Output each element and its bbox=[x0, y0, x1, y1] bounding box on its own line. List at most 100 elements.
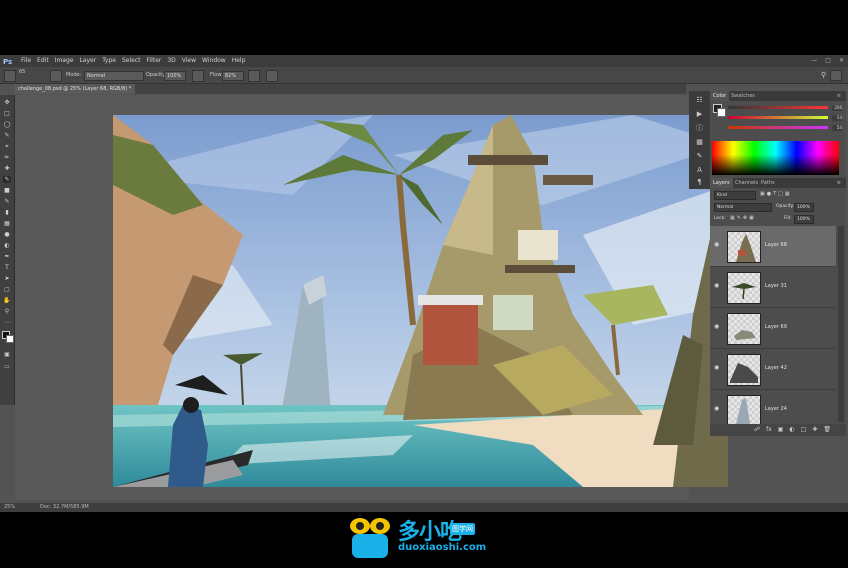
brush-tool-preset-icon[interactable] bbox=[4, 70, 16, 82]
shape-tool-icon[interactable]: ▢ bbox=[3, 286, 11, 293]
background-color-chip[interactable] bbox=[717, 108, 726, 117]
close-icon[interactable]: ✕ bbox=[839, 55, 844, 67]
pressure-size-icon[interactable] bbox=[266, 70, 278, 82]
menu-window[interactable]: Window bbox=[202, 55, 226, 67]
marquee-tool-icon[interactable]: □ bbox=[3, 110, 11, 117]
mode-select[interactable]: Normal bbox=[84, 71, 144, 81]
history-brush-icon[interactable]: ✎ bbox=[3, 198, 11, 205]
tab-swatches[interactable]: Swatches bbox=[728, 91, 758, 101]
tab-channels[interactable]: Channels bbox=[732, 178, 761, 188]
eye-icon[interactable]: ◉ bbox=[714, 242, 722, 248]
brush-size[interactable]: 65 bbox=[19, 64, 25, 80]
eye-icon[interactable]: ◉ bbox=[714, 406, 722, 412]
menu-3d[interactable]: 3D bbox=[167, 55, 175, 67]
menu-image[interactable]: Image bbox=[55, 55, 74, 67]
character-panel-icon[interactable]: A bbox=[694, 165, 705, 176]
red-value[interactable]: 206 bbox=[832, 105, 842, 111]
quick-select-tool-icon[interactable]: ✎ bbox=[3, 132, 11, 139]
color-spectrum[interactable] bbox=[712, 141, 839, 175]
more-tools-icon[interactable]: ⋯ bbox=[3, 319, 11, 326]
menu-edit[interactable]: Edit bbox=[37, 55, 49, 67]
menu-layer[interactable]: Layer bbox=[79, 55, 96, 67]
blue-value[interactable]: 54 bbox=[832, 125, 842, 131]
eye-icon[interactable]: ◉ bbox=[714, 365, 722, 371]
fill-label: Fill: bbox=[784, 216, 792, 221]
blur-tool-icon[interactable]: ● bbox=[3, 231, 11, 238]
eraser-tool-icon[interactable]: ▮ bbox=[3, 209, 11, 216]
layers-scrollbar[interactable] bbox=[838, 226, 844, 422]
maximize-icon[interactable]: □ bbox=[825, 55, 831, 67]
history-panel-icon[interactable]: ☷ bbox=[694, 95, 705, 106]
fill-field[interactable]: 100% bbox=[794, 215, 814, 224]
search-icon[interactable]: ⚲ bbox=[821, 67, 826, 83]
blend-mode-select[interactable]: Normal bbox=[714, 203, 772, 212]
opacity-field[interactable]: 100% bbox=[164, 71, 186, 81]
menu-type[interactable]: Type bbox=[102, 55, 116, 67]
red-slider[interactable] bbox=[728, 106, 828, 109]
move-tool-icon[interactable]: ✥ bbox=[3, 99, 11, 106]
info-panel-icon[interactable]: ⓘ bbox=[694, 123, 705, 134]
layer-style-icon[interactable]: fx bbox=[766, 424, 772, 436]
properties-panel-icon[interactable]: ▦ bbox=[694, 137, 705, 148]
layer-row[interactable]: ◉ Layer 68 bbox=[710, 226, 836, 267]
zoom-tool-icon[interactable]: ⚲ bbox=[3, 308, 11, 315]
eyedropper-tool-icon[interactable]: ✏ bbox=[3, 154, 11, 161]
pen-tool-icon[interactable]: ✒ bbox=[3, 253, 11, 260]
lock-icons[interactable]: ▦✎✥▣ bbox=[730, 215, 756, 221]
artwork-canvas[interactable] bbox=[113, 115, 728, 487]
paragraph-panel-icon[interactable]: ¶ bbox=[694, 177, 705, 188]
tab-layers[interactable]: Layers bbox=[710, 178, 733, 188]
pressure-opacity-icon[interactable] bbox=[192, 70, 204, 82]
layer-row[interactable]: ◉ Layer 31 bbox=[710, 267, 836, 308]
actions-panel-icon[interactable]: ▶ bbox=[694, 109, 705, 120]
type-tool-icon[interactable]: T bbox=[3, 264, 11, 271]
menu-view[interactable]: View bbox=[182, 55, 196, 67]
gradient-tool-icon[interactable]: ▦ bbox=[3, 220, 11, 227]
tab-color[interactable]: Color bbox=[710, 91, 730, 101]
document-info[interactable]: Doc: 32.7M/585.9M bbox=[40, 503, 89, 512]
green-value[interactable]: 54 bbox=[832, 115, 842, 121]
eye-icon[interactable]: ◉ bbox=[714, 324, 722, 330]
clone-stamp-icon[interactable]: ■ bbox=[3, 187, 11, 194]
lasso-tool-icon[interactable]: ◯ bbox=[3, 121, 11, 128]
screen-mode-icon[interactable]: ▭ bbox=[3, 363, 11, 370]
flow-field[interactable]: 82% bbox=[222, 71, 244, 81]
brush-panel-icon[interactable] bbox=[50, 70, 62, 82]
layer-mask-icon[interactable]: ▣ bbox=[778, 424, 784, 436]
minimize-icon[interactable]: — bbox=[811, 55, 817, 67]
workspace-icon[interactable] bbox=[830, 70, 842, 81]
airbrush-icon[interactable] bbox=[248, 70, 260, 82]
background-color-swatch[interactable] bbox=[6, 335, 14, 343]
layer-name: Layer 69 bbox=[765, 324, 787, 330]
tab-paths[interactable]: Paths bbox=[758, 178, 778, 188]
canvas-area[interactable] bbox=[15, 95, 728, 500]
adjustment-layer-icon[interactable]: ◐ bbox=[789, 424, 794, 436]
brush-presets-icon[interactable]: ✎ bbox=[694, 151, 705, 162]
quick-mask-icon[interactable]: ▣ bbox=[3, 351, 11, 358]
eye-icon[interactable]: ◉ bbox=[714, 283, 722, 289]
layer-opacity-field[interactable]: 100% bbox=[794, 203, 814, 212]
menu-select[interactable]: Select bbox=[122, 55, 141, 67]
brush-tool-icon[interactable]: ✎ bbox=[3, 176, 11, 183]
crop-tool-icon[interactable]: ⌖ bbox=[3, 143, 11, 150]
layer-row[interactable]: ◉ Layer 42 bbox=[710, 349, 836, 390]
green-slider[interactable] bbox=[728, 116, 828, 119]
menu-filter[interactable]: Filter bbox=[147, 55, 162, 67]
dodge-tool-icon[interactable]: ◐ bbox=[3, 242, 11, 249]
layer-filter-icons[interactable]: ▣●T□▦ bbox=[760, 191, 792, 197]
layer-kind-filter[interactable]: Kind bbox=[714, 191, 756, 200]
link-layers-icon[interactable]: ☍ bbox=[754, 424, 760, 436]
layers-panel-menu-icon[interactable]: ≡ bbox=[834, 178, 844, 188]
zoom-readout[interactable]: 25% bbox=[4, 503, 15, 512]
layer-row[interactable]: ◉ Layer 69 bbox=[710, 308, 836, 349]
document-tab[interactable]: challenge_08.psd @ 25% (Layer 68, RGB/8)… bbox=[14, 84, 136, 94]
new-layer-icon[interactable]: ✚ bbox=[812, 424, 817, 436]
healing-brush-icon[interactable]: ✚ bbox=[3, 165, 11, 172]
delete-layer-icon[interactable]: 🗑 bbox=[823, 424, 831, 436]
new-group-icon[interactable]: □ bbox=[801, 424, 807, 436]
panel-menu-icon[interactable]: ≡ bbox=[834, 91, 844, 101]
path-select-icon[interactable]: ➤ bbox=[3, 275, 11, 282]
blue-slider[interactable] bbox=[728, 126, 828, 129]
hand-tool-icon[interactable]: ✋ bbox=[3, 297, 11, 304]
menu-help[interactable]: Help bbox=[232, 55, 246, 67]
